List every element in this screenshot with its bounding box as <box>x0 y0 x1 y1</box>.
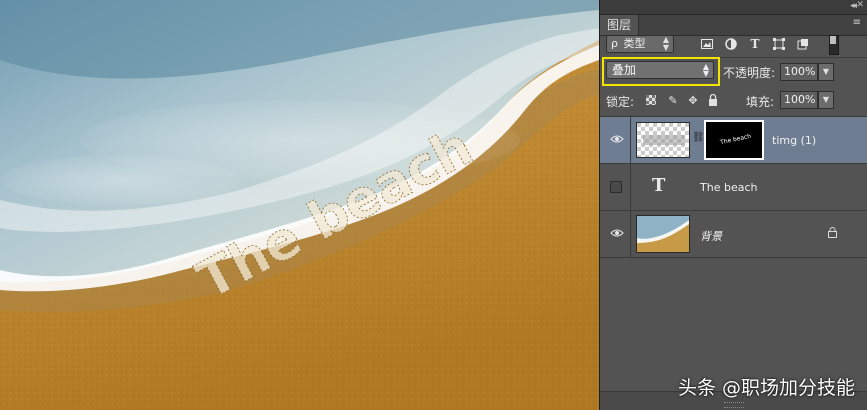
fill-dropdown-button[interactable]: ▼ <box>818 91 834 109</box>
layer-name[interactable]: timg (1) <box>772 134 816 147</box>
opacity-input[interactable]: 100% <box>780 63 818 81</box>
visibility-cell <box>600 211 631 257</box>
close-icon[interactable]: ✕ <box>856 0 864 10</box>
search-icon: ρ <box>611 37 618 50</box>
filter-row: ρ 类型 ▲ ▼ T <box>600 35 867 57</box>
layer-mask-thumbnail[interactable]: The beach <box>704 120 764 160</box>
chevron-updown-icon: ▲ ▼ <box>702 62 709 78</box>
panel-menu-icon[interactable]: ≡ <box>853 17 861 28</box>
text-filter-icon[interactable]: T <box>743 36 767 52</box>
lock-label: 锁定: <box>606 95 635 109</box>
layers-panel: ◂◂ ✕ 图层 ≡ ρ 类型 ▲ ▼ T 叠加 ▲ ▼ 不透明度: 100% ▼… <box>599 0 867 410</box>
smart-object-filter-icon[interactable] <box>791 36 815 52</box>
mask-text: The beach <box>719 132 752 147</box>
document-canvas[interactable]: The beach <box>0 0 599 410</box>
eye-icon[interactable] <box>610 133 624 145</box>
layer-row-text[interactable]: T The beach <box>600 164 867 211</box>
lock-all-icon[interactable] <box>706 93 720 107</box>
panel-title-strip: ◂◂ ✕ <box>600 0 867 15</box>
filter-icons: T <box>695 36 815 52</box>
lock-row: 锁定: ✎ ✥ 填充: 100% ▼ <box>600 90 867 112</box>
beach-photo: The beach <box>0 0 599 410</box>
layer-thumbnail[interactable] <box>636 215 690 253</box>
shape-filter-icon[interactable] <box>767 36 791 52</box>
opacity-label: 不透明度: <box>723 66 776 80</box>
filter-toggle[interactable] <box>829 35 839 55</box>
adjustment-filter-icon[interactable] <box>719 36 743 52</box>
image-filter-icon[interactable] <box>695 36 719 52</box>
lock-transparent-pixels-icon[interactable] <box>644 93 658 107</box>
tab-layers[interactable]: 图层 <box>600 15 639 35</box>
blend-mode-value: 叠加 <box>612 63 637 77</box>
filter-kind-select[interactable]: ρ 类型 ▲ ▼ <box>606 35 674 53</box>
link-icon[interactable]: ⛓ <box>692 132 705 143</box>
visibility-cell <box>600 117 631 163</box>
layer-row-timg[interactable]: ⛓ The beach timg (1) <box>600 117 867 164</box>
panel-tabbar: 图层 ≡ <box>600 15 867 36</box>
eye-icon[interactable] <box>610 227 624 239</box>
layer-name[interactable]: The beach <box>700 181 757 194</box>
layer-lock-icon <box>828 227 837 241</box>
opacity-dropdown-button[interactable]: ▼ <box>818 63 834 81</box>
layer-name[interactable]: 背景 <box>700 228 722 244</box>
fill-input[interactable]: 100% <box>780 91 818 109</box>
layers-list: ⛓ The beach timg (1) T The beach 背景 <box>600 116 867 410</box>
fill-label: 填充: <box>746 95 775 109</box>
layer-thumbnail[interactable] <box>636 122 690 158</box>
resize-grip[interactable] <box>724 402 744 408</box>
text-layer-icon: T <box>652 175 666 196</box>
layer-row-background[interactable]: 背景 <box>600 211 867 258</box>
watermark-text: 头条 @职场加分技能 <box>677 377 855 399</box>
collapse-icon[interactable]: ◂◂ <box>850 1 857 11</box>
background-thumbnail-image <box>637 216 689 252</box>
chevron-updown-icon: ▲ ▼ <box>662 35 669 52</box>
lock-image-pixels-icon[interactable]: ✎ <box>666 93 680 107</box>
hidden-visibility-box[interactable] <box>610 181 622 193</box>
blend-mode-select[interactable]: 叠加 ▲ ▼ <box>606 61 714 79</box>
visibility-cell <box>600 164 631 210</box>
lock-position-icon[interactable]: ✥ <box>686 93 700 107</box>
blend-row: 叠加 ▲ ▼ 不透明度: 100% ▼ <box>600 57 867 87</box>
filter-kind-label: 类型 <box>623 37 646 50</box>
